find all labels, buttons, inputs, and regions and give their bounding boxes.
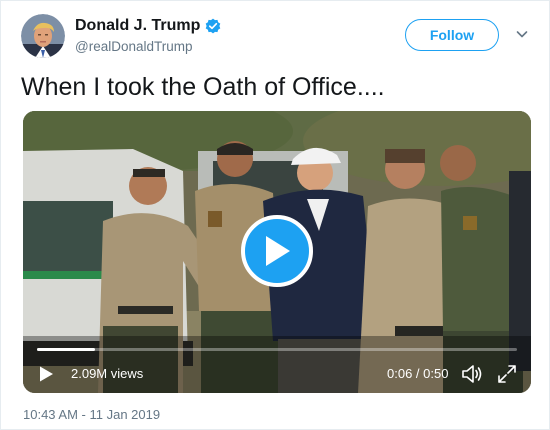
volume-icon[interactable] <box>461 363 485 385</box>
video-progress-bar[interactable] <box>37 348 517 351</box>
video-time: 0:06 / 0:50 <box>387 366 449 381</box>
tweet-text: When I took the Oath of Office.... <box>21 73 385 101</box>
video-progress-fill <box>37 348 95 351</box>
author-handle: @realDonaldTrump <box>75 39 193 54</box>
verified-badge-icon <box>206 18 221 34</box>
play-icon <box>266 236 290 266</box>
video-player[interactable]: 2.09M views 0:06 / 0:50 <box>23 111 531 393</box>
play-overlay-button[interactable] <box>241 215 313 287</box>
display-name-text: Donald J. Trump <box>75 17 201 34</box>
user-avatar-photo-icon <box>21 14 65 58</box>
video-controls: 2.09M views 0:06 / 0:50 <box>23 359 531 389</box>
avatar[interactable] <box>21 14 65 58</box>
tweet-card: Donald J. Trump @realDonaldTrump Follow … <box>0 0 550 430</box>
chevron-down-icon[interactable] <box>515 27 529 41</box>
follow-button[interactable]: Follow <box>405 19 499 51</box>
tweet-header: Donald J. Trump @realDonaldTrump Follow <box>21 13 533 63</box>
play-icon[interactable] <box>37 365 55 383</box>
author-names[interactable]: Donald J. Trump @realDonaldTrump <box>75 16 221 57</box>
author-display-name: Donald J. Trump <box>75 16 221 36</box>
tweet-timestamp[interactable]: 10:43 AM - 11 Jan 2019 <box>23 406 160 424</box>
view-count: 2.09M views <box>71 366 144 381</box>
fullscreen-icon[interactable] <box>497 364 517 384</box>
